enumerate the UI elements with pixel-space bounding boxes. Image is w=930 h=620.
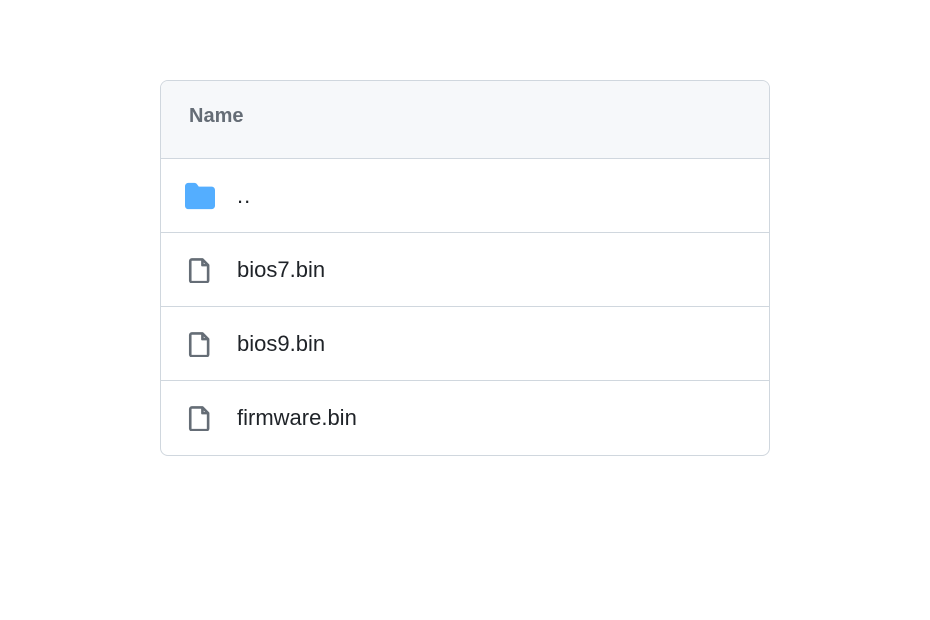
file-name-label: bios9.bin <box>237 331 325 357</box>
column-header-name: Name <box>189 105 243 127</box>
file-icon <box>185 255 215 285</box>
file-row[interactable]: bios7.bin <box>161 233 769 307</box>
file-name-label: .. <box>237 183 251 209</box>
file-name-label: bios7.bin <box>237 257 325 283</box>
file-row[interactable]: firmware.bin <box>161 381 769 455</box>
file-row[interactable]: bios9.bin <box>161 307 769 381</box>
folder-icon <box>185 181 215 211</box>
file-list-header: Name <box>161 81 769 159</box>
file-icon <box>185 403 215 433</box>
file-row-parent-dir[interactable]: .. <box>161 159 769 233</box>
file-icon <box>185 329 215 359</box>
file-list: Name .. bios7.bin bios9.bin <box>160 80 770 456</box>
file-name-label: firmware.bin <box>237 405 357 431</box>
